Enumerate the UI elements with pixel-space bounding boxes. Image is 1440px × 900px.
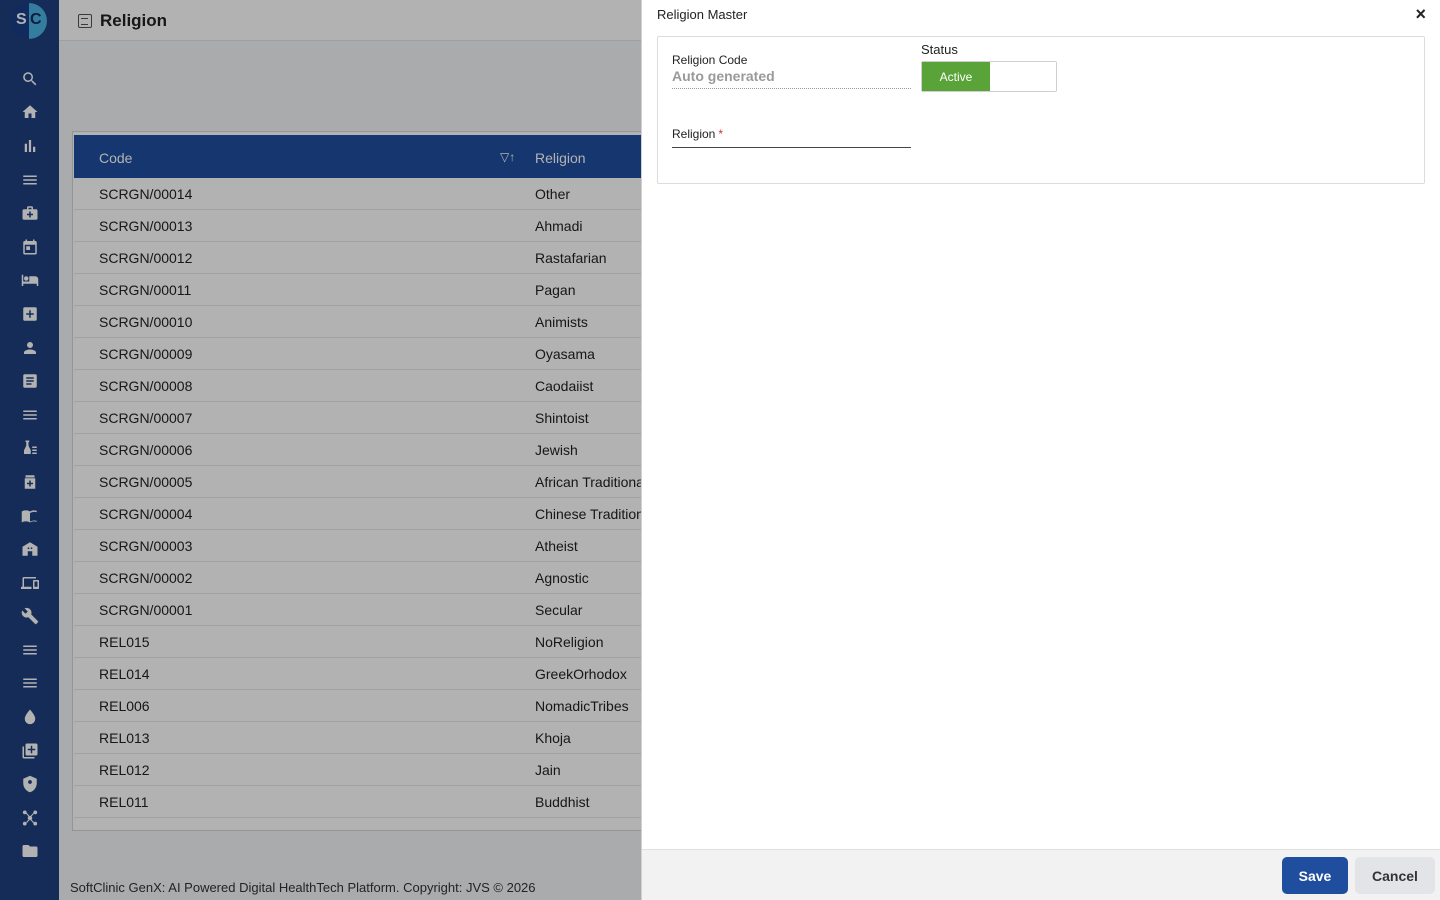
close-icon[interactable]: ×	[1415, 4, 1426, 25]
status-inactive-option[interactable]	[990, 62, 1056, 91]
drawer-footer: Save Cancel	[642, 849, 1440, 900]
religion-form: Religion Code Auto generated Status Acti…	[657, 36, 1425, 184]
drawer-title: Religion Master	[657, 7, 748, 22]
save-button[interactable]: Save	[1282, 857, 1348, 894]
religion-label: Religion *	[672, 127, 723, 141]
status-label: Status	[921, 42, 958, 57]
religion-input[interactable]	[672, 143, 911, 148]
required-mark: *	[718, 127, 724, 141]
cancel-button[interactable]: Cancel	[1355, 857, 1435, 894]
religion-code-label: Religion Code	[672, 53, 748, 67]
religion-master-drawer: Religion Master × Religion Code Auto gen…	[641, 0, 1440, 900]
status-toggle[interactable]: Active	[921, 61, 1057, 92]
status-active-option[interactable]: Active	[922, 62, 990, 91]
religion-label-text: Religion	[672, 127, 716, 141]
religion-code-field: Auto generated	[672, 68, 911, 89]
modal-overlay[interactable]	[0, 0, 641, 900]
